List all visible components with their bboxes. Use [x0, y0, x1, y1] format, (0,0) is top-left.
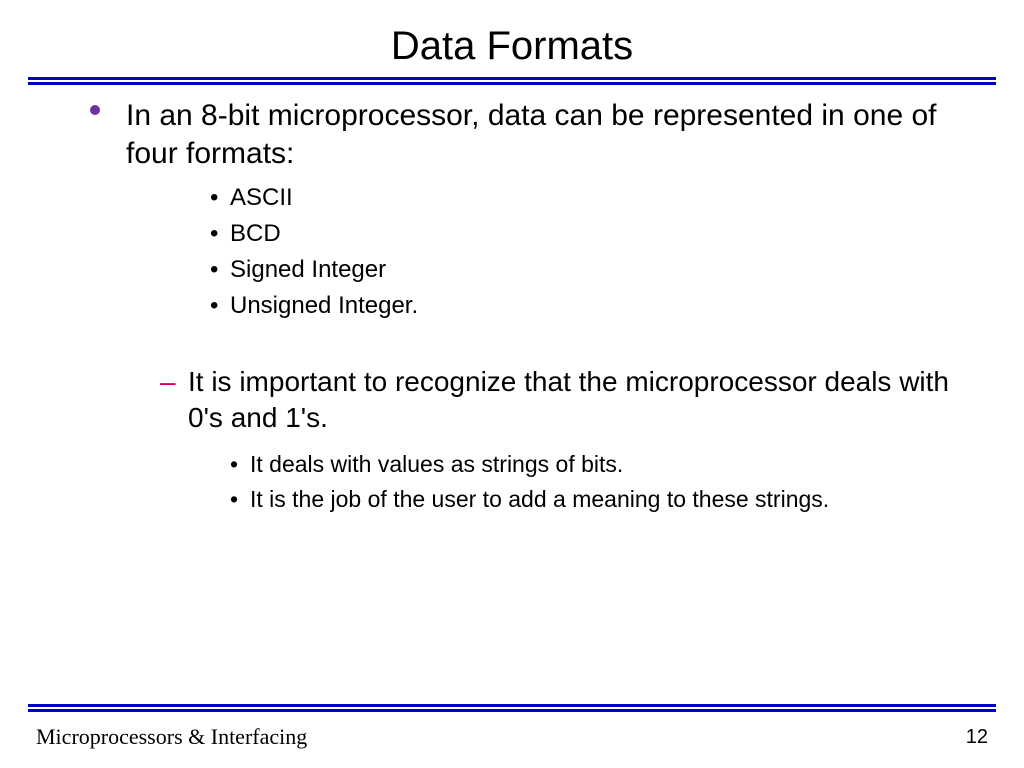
- content-area: In an 8-bit microprocessor, data can be …: [0, 85, 1024, 518]
- list-item: Signed Integer: [210, 252, 964, 288]
- item-text: Signed Integer: [230, 256, 386, 283]
- item-text: ASCII: [230, 184, 293, 211]
- list-item: ASCII: [210, 180, 964, 216]
- bullet-level1: In an 8-bit microprocessor, data can be …: [126, 97, 964, 172]
- footer-title: Microprocessors & Interfacing: [36, 724, 307, 750]
- format-list: ASCII BCD Signed Integer Unsigned Intege…: [210, 180, 964, 324]
- list-item: BCD: [210, 216, 964, 252]
- dash-text: It is important to recognize that the mi…: [188, 366, 949, 433]
- item-text: Unsigned Integer.: [230, 292, 418, 319]
- title-area: Data Formats: [0, 0, 1024, 69]
- item-text: BCD: [230, 220, 281, 247]
- title-divider: [28, 77, 996, 85]
- bullet-text: In an 8-bit microprocessor, data can be …: [126, 99, 936, 170]
- dash-icon: –: [160, 364, 176, 400]
- slide-title: Data Formats: [0, 24, 1024, 69]
- item-text: It deals with values as strings of bits.: [250, 451, 623, 477]
- list-item: It is the job of the user to add a meani…: [230, 482, 964, 518]
- footer: Microprocessors & Interfacing 12: [36, 724, 988, 750]
- list-item: It deals with values as strings of bits.: [230, 447, 964, 483]
- item-text: It is the job of the user to add a meani…: [250, 486, 829, 512]
- dash-bullet: – It is important to recognize that the …: [160, 364, 964, 437]
- subnote-list: It deals with values as strings of bits.…: [230, 447, 964, 518]
- list-item: Unsigned Integer.: [210, 288, 964, 324]
- slide: Data Formats In an 8-bit microprocessor,…: [0, 0, 1024, 768]
- page-number: 12: [966, 726, 988, 749]
- footer-divider: [28, 704, 996, 712]
- bullet-icon: [90, 105, 100, 115]
